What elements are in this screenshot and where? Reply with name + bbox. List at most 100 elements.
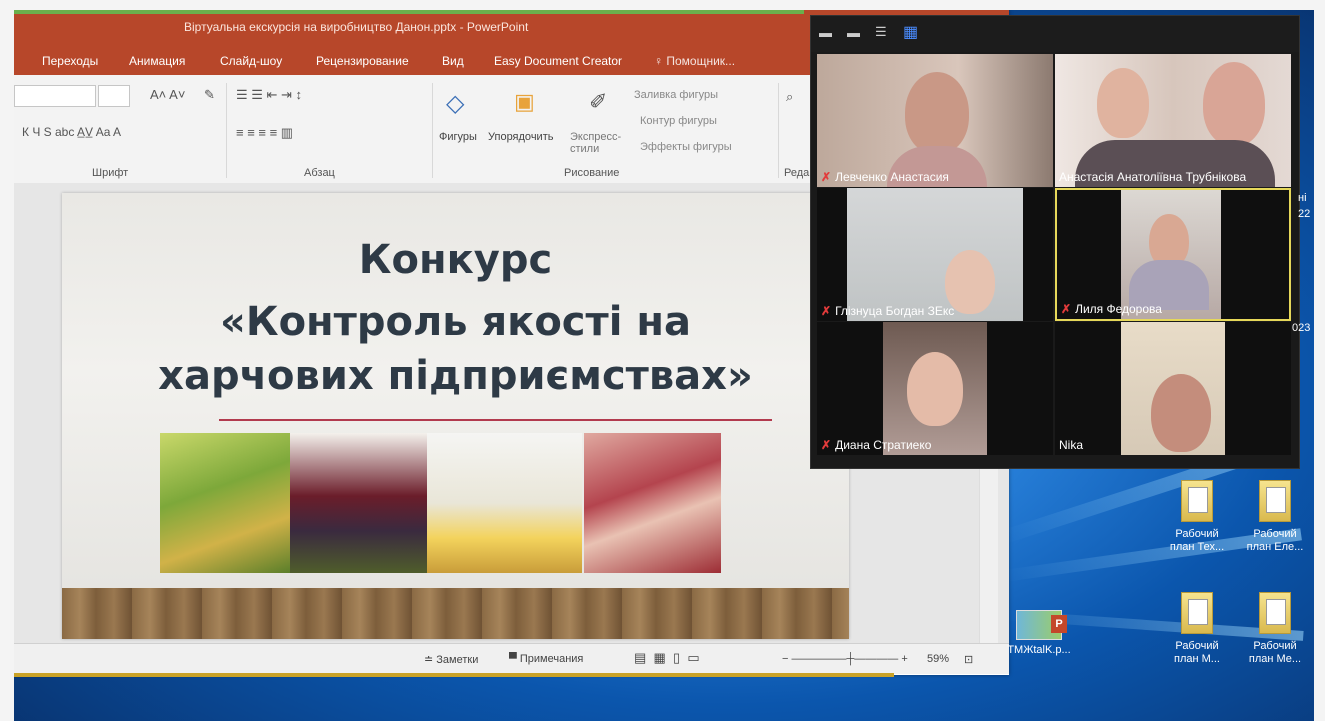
tab-animation[interactable]: Анимация bbox=[129, 54, 185, 68]
wine-grapes-photo bbox=[290, 433, 427, 573]
muted-mic-icon: ✗ bbox=[821, 438, 832, 452]
group-separator bbox=[432, 83, 433, 178]
comments-icon: ▀ bbox=[509, 653, 520, 665]
edge-text: 22 bbox=[1298, 208, 1311, 220]
participant-name: ✗ Глізнуца Богдан ЗЕкс bbox=[821, 304, 955, 318]
desktop-folder-icon[interactable]: Рабочий план Тех... bbox=[1162, 480, 1232, 554]
find-icon[interactable]: ⌕ bbox=[786, 89, 793, 105]
muted-mic-icon: ✗ bbox=[821, 304, 832, 318]
bullets-icon[interactable]: ☰ ☰ ⇤ ⇥ ↕ bbox=[236, 87, 302, 103]
participant-face bbox=[1151, 374, 1211, 452]
lightbulb-icon: ♀ bbox=[654, 54, 667, 68]
folder-icon bbox=[1181, 592, 1213, 634]
arrange-label[interactable]: Упорядочить bbox=[488, 131, 553, 143]
minimize-icon[interactable]: ▬ bbox=[819, 25, 832, 40]
participant-name: ✗ Лиля Федорова bbox=[1061, 302, 1162, 316]
notes-label: Заметки bbox=[436, 654, 479, 666]
status-bar: ≐ Заметки ▀ Примечания ▤ ▦ ▯ ▭ − —————┼—… bbox=[14, 643, 1009, 674]
quick-styles-label[interactable]: Экспресс- стили bbox=[570, 131, 621, 155]
participant-face bbox=[1097, 68, 1149, 138]
slide-title-line-2: «Контроль якості на bbox=[220, 299, 691, 345]
fit-slide-icon[interactable]: ⊡ bbox=[964, 653, 973, 666]
comments-button[interactable]: ▀ Примечания bbox=[509, 653, 583, 665]
folder-icon bbox=[1259, 592, 1291, 634]
speaker-view-icon[interactable]: ▬ bbox=[847, 25, 860, 40]
slide-divider bbox=[219, 419, 772, 421]
align-icons[interactable]: ≡ ≡ ≡ ≡ ▥ bbox=[236, 125, 293, 141]
shape-effects[interactable]: Эффекты фигуры bbox=[640, 141, 732, 153]
tab-review[interactable]: Рецензирование bbox=[316, 54, 409, 68]
edge-text: 023 bbox=[1292, 322, 1311, 334]
tab-easy-document-creator[interactable]: Easy Document Creator bbox=[494, 54, 622, 68]
arrange-icon[interactable]: ▣ bbox=[514, 89, 535, 115]
pptx-file-icon: P bbox=[1016, 610, 1067, 640]
tab-tell-me[interactable]: ♀ Помощник... bbox=[654, 54, 735, 68]
meat-photo bbox=[584, 433, 721, 573]
strip-view-icon[interactable]: ☰ bbox=[875, 24, 887, 40]
view-icons[interactable]: ▤ ▦ ▯ ▭ bbox=[634, 650, 700, 666]
notes-button[interactable]: ≐ Заметки bbox=[424, 653, 478, 666]
editing-group-label: Реда bbox=[784, 167, 810, 179]
wheat-photo bbox=[160, 433, 290, 573]
zoom-slider[interactable]: − —————┼———— + bbox=[782, 653, 908, 665]
desktop-folder-icon[interactable]: Рабочий план Ме... bbox=[1240, 592, 1310, 666]
desktop-folder-icon[interactable]: Рабочий план Еле... bbox=[1240, 480, 1310, 554]
muted-mic-icon: ✗ bbox=[821, 170, 832, 184]
group-separator bbox=[226, 83, 227, 178]
paragraph-group-label: Абзац bbox=[304, 167, 335, 179]
participant-name: Nika bbox=[1059, 438, 1084, 452]
zoom-toolbar: ▬ ▬ ☰ ▦ bbox=[811, 16, 1299, 52]
participant-face bbox=[907, 352, 963, 426]
desktop-icon-label: Рабочий план Ме... bbox=[1248, 640, 1302, 665]
grow-font-icon[interactable]: A˄ A˅ bbox=[150, 87, 185, 102]
group-separator bbox=[778, 83, 779, 178]
font-size-box[interactable] bbox=[98, 85, 130, 107]
desktop-icon-label: Рабочий план М... bbox=[1174, 640, 1220, 665]
desktop-icon-label: Рабочий план Тех... bbox=[1169, 528, 1225, 553]
screen: Віртуальна екскурсія на виробництво Дано… bbox=[14, 10, 1314, 721]
shapes-label[interactable]: Фигуры bbox=[439, 131, 477, 143]
orange-accent-bar bbox=[14, 673, 894, 677]
desktop-pptx-icon[interactable]: P ТМЖtalK.p... bbox=[1004, 610, 1074, 657]
tab-view[interactable]: Вид bbox=[442, 54, 464, 68]
participant-tile[interactable]: ✗ Левченко Анастасия bbox=[817, 54, 1053, 187]
participant-tile[interactable]: ✗ Диана Стратиеко bbox=[817, 322, 1053, 455]
font-group-label: Шрифт bbox=[92, 167, 129, 179]
participant-tile-active[interactable]: ✗ Лиля Федорова bbox=[1055, 188, 1291, 321]
shape-fill[interactable]: Заливка фигуры bbox=[634, 89, 718, 101]
folder-icon bbox=[1259, 480, 1291, 522]
muted-mic-icon: ✗ bbox=[1061, 302, 1072, 316]
format-icons-row[interactable]: К Ч S abc A̲V̲ Aa A bbox=[22, 125, 121, 139]
participant-tile[interactable]: ✗ Глізнуца Богдан ЗЕкс bbox=[817, 188, 1053, 321]
font-name-box[interactable] bbox=[14, 85, 96, 107]
participant-face bbox=[1203, 62, 1265, 146]
participant-name: ✗ Левченко Анастасия bbox=[821, 170, 949, 184]
gallery-view-icon[interactable]: ▦ bbox=[903, 22, 918, 42]
participant-tile[interactable]: Анастасія Анатоліївна Трубнікова bbox=[1055, 54, 1291, 187]
slide-canvas[interactable]: Конкурс «Контроль якості на харчових під… bbox=[62, 193, 849, 639]
quick-styles-icon[interactable]: ✐ bbox=[589, 89, 607, 115]
participant-tile[interactable]: Nika bbox=[1055, 322, 1291, 455]
wooden-floor bbox=[62, 588, 849, 639]
notes-icon: ≐ bbox=[424, 654, 437, 666]
tell-me-label: Помощник... bbox=[666, 54, 736, 68]
slide-title-line-1: Конкурс bbox=[358, 237, 553, 283]
tab-transitions[interactable]: Переходы bbox=[42, 54, 98, 68]
camera-feed bbox=[847, 188, 1023, 321]
participant-name: ✗ Диана Стратиеко bbox=[821, 438, 932, 452]
slide-title-line-3: харчових підприємствах» bbox=[158, 353, 753, 399]
desktop-folder-icon[interactable]: Рабочий план М... bbox=[1162, 592, 1232, 666]
window-title: Віртуальна екскурсія на виробництво Дано… bbox=[184, 20, 529, 34]
comments-label: Примечания bbox=[519, 653, 584, 665]
tab-slideshow[interactable]: Слайд-шоу bbox=[220, 54, 282, 68]
shape-outline[interactable]: Контур фигуры bbox=[640, 115, 717, 127]
clear-format-icon[interactable]: ✎ bbox=[204, 87, 215, 103]
desktop-icon-label: ТМЖtalK.p... bbox=[1007, 644, 1071, 656]
shapes-icon[interactable]: ◇ bbox=[446, 89, 464, 118]
dairy-photo bbox=[427, 433, 582, 573]
zoom-level[interactable]: 59% bbox=[927, 653, 949, 665]
folder-icon bbox=[1181, 480, 1213, 522]
zoom-gallery-window: ▬ ▬ ☰ ▦ ✗ Левченко Анастасия Анастасія Ан… bbox=[810, 15, 1300, 469]
edge-text: ні bbox=[1298, 192, 1307, 204]
drawing-group-label: Рисование bbox=[564, 167, 620, 179]
